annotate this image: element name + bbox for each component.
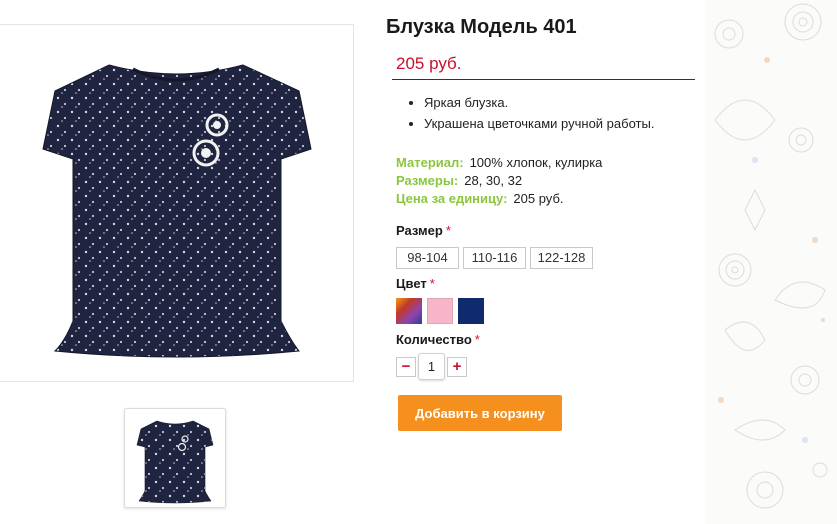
size-label-text: Размер	[396, 223, 443, 238]
required-mark: *	[474, 332, 480, 347]
required-mark: *	[445, 223, 451, 238]
spec-value: 28, 30, 32	[464, 173, 523, 188]
feature-item: Яркая блузка.	[424, 92, 654, 113]
product-price: 205 руб.	[396, 54, 462, 73]
spec-label: Размеры:	[396, 173, 459, 188]
floral-pattern-icon	[714, 3, 828, 509]
product-main-image[interactable]	[0, 24, 354, 382]
blouse-thumbnail	[136, 420, 214, 504]
spec-label: Материал:	[396, 155, 464, 170]
quantity-decrease-button[interactable]: −	[396, 357, 416, 377]
spec-unit-price: Цена за единицу: 205 руб.	[396, 190, 564, 208]
color-swatch-navy[interactable]	[458, 298, 484, 324]
add-to-cart-button[interactable]: Добавить в корзину	[398, 395, 562, 431]
color-label-text: Цвет	[396, 276, 427, 291]
spec-sizes: Размеры: 28, 30, 32	[396, 172, 522, 190]
size-option-98-104[interactable]: 98-104	[396, 247, 459, 269]
color-option-label: Цвет *	[396, 276, 435, 291]
spec-material: Материал: 100% хлопок, кулирка	[396, 154, 602, 172]
size-option-label: Размер *	[396, 223, 451, 238]
size-option-110-116[interactable]: 110-116	[463, 247, 526, 269]
feature-list: Яркая блузка. Украшена цветочками ручной…	[406, 92, 654, 134]
color-swatch-multicolor[interactable]	[396, 298, 422, 324]
color-swatch-pink[interactable]	[427, 298, 453, 324]
price-divider	[392, 79, 695, 80]
quantity-increase-button[interactable]: +	[447, 357, 467, 377]
blouse-photo	[42, 64, 312, 358]
size-option-122-128[interactable]: 122-128	[530, 247, 593, 269]
decorative-pattern	[705, 0, 837, 524]
quantity-label-text: Количество	[396, 332, 472, 347]
product-title: Блузка Модель 401	[386, 16, 577, 38]
spec-value: 100% хлопок, кулирка	[469, 155, 603, 170]
quantity-option-label: Количество *	[396, 332, 480, 347]
required-mark: *	[429, 276, 435, 291]
spec-value: 205 руб.	[513, 191, 564, 206]
product-thumbnail[interactable]	[124, 408, 226, 508]
quantity-input[interactable]	[418, 353, 445, 380]
feature-item: Украшена цветочками ручной работы.	[424, 113, 654, 134]
spec-label: Цена за единицу:	[396, 191, 508, 206]
